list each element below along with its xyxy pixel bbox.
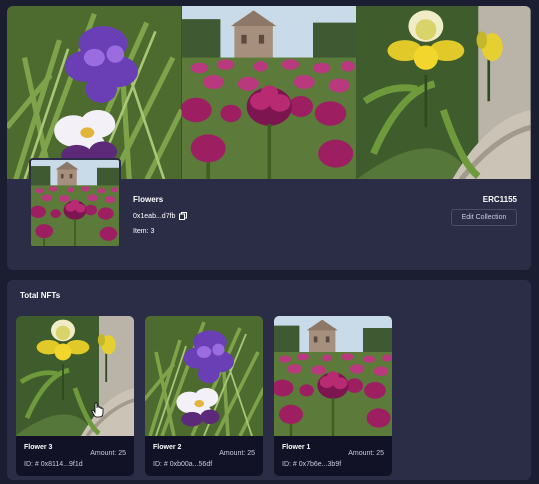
nft-image: [145, 316, 263, 436]
nft-card-flower-1[interactable]: Flower 1 Amount: 25 ID: # 0x7b6e...3b9f: [274, 316, 392, 476]
nft-card-flower-2[interactable]: Flower 2 Amount: 25 ID: # 0xb00a...56df: [145, 316, 263, 476]
nft-name: Flower 3: [24, 444, 53, 451]
collection-item-count: Item: 3: [133, 228, 155, 235]
nft-amount: Amount: 25: [90, 450, 126, 457]
nft-image: [16, 316, 134, 436]
token-standard: ERC1155: [482, 195, 517, 204]
edit-collection-button[interactable]: Edit Collection: [451, 209, 517, 226]
nfts-section-title: Total NFTs: [20, 291, 61, 300]
nft-name: Flower 1: [282, 444, 311, 451]
banner-image-orchid: [356, 6, 531, 179]
nft-image: [274, 316, 392, 436]
nft-amount: Amount: 25: [348, 450, 384, 457]
collection-card: Flowers 0x1eab...d7fb Item: 3 ERC1155 Ed…: [7, 6, 531, 270]
collection-address-text: 0x1eab...d7fb: [133, 212, 176, 220]
nft-card-flower-3[interactable]: Flower 3 Amount: 25 ID: # 0x8114...9f1d: [16, 316, 134, 476]
copy-icon[interactable]: [179, 212, 188, 220]
banner-image-tulips: [182, 6, 357, 179]
collection-address: 0x1eab...d7fb: [133, 212, 188, 220]
nft-id: ID: # 0x7b6e...3b9f: [282, 461, 342, 468]
collection-thumbnail: [29, 158, 121, 248]
hand-cursor-icon: [91, 402, 105, 418]
nft-amount: Amount: 25: [219, 450, 255, 457]
nft-id: ID: # 0xb00a...56df: [153, 461, 213, 468]
collection-name: Flowers: [133, 195, 164, 204]
nft-id: ID: # 0x8114...9f1d: [24, 461, 83, 468]
nft-name: Flower 2: [153, 444, 182, 451]
collection-banner: [7, 6, 531, 179]
nfts-section: Total NFTs Flower 3 Amount: 25 ID: # 0x8…: [7, 280, 531, 480]
banner-image-iris: [7, 6, 182, 179]
